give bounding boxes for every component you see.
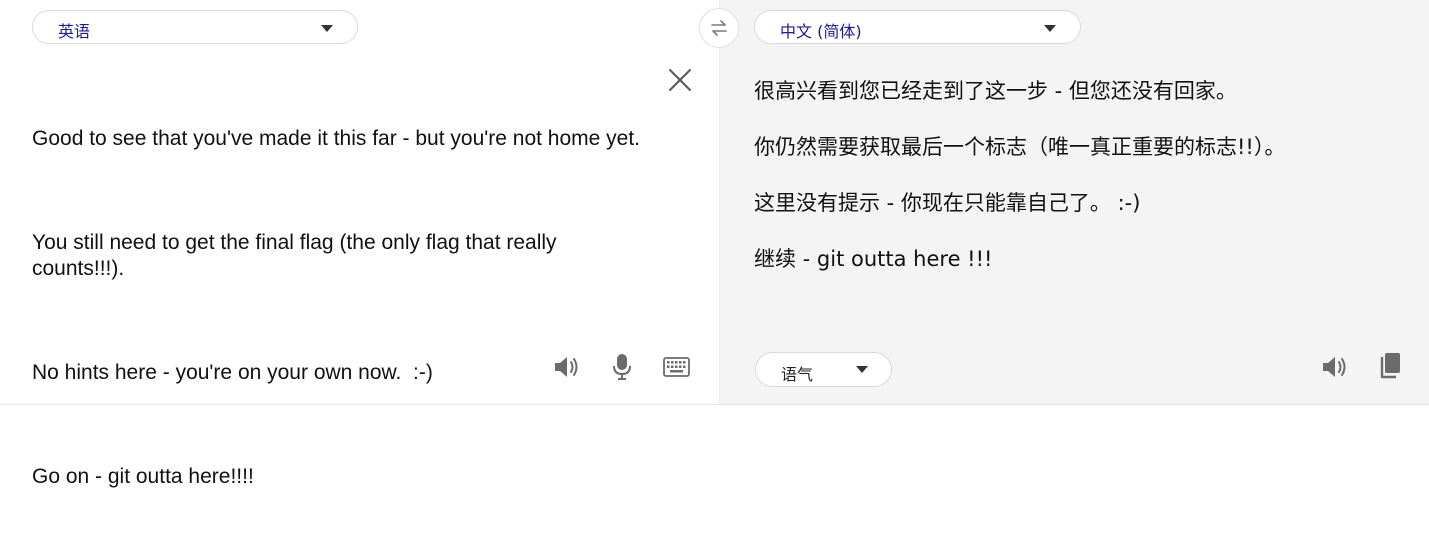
chevron-down-icon [856,366,868,373]
target-paragraph: 继续 - git outta here !!! [754,247,993,271]
target-paragraph: 你仍然需要获取最后一个标志（唯一真正重要的标志!!）。 [754,135,1286,159]
source-text-input[interactable]: Good to see that you've made it this far… [32,74,652,542]
source-paragraph: Good to see that you've made it this far… [32,127,641,150]
chevron-down-icon [1044,25,1056,32]
copy-translation-button[interactable] [1378,352,1402,380]
target-paragraph: 很高兴看到您已经走到了这一步 - 但您还没有回家。 [754,79,1237,103]
chevron-down-icon [321,25,333,32]
translation-output: 很高兴看到您已经走到了这一步 - 但您还没有回家。 你仍然需要获取最后一个标志（… [754,77,1394,301]
source-language-label: 英语 [58,22,91,41]
clear-text-button[interactable] [666,66,694,94]
target-language-select[interactable]: 中文 (简体) [754,10,1081,44]
microphone-icon [613,354,631,380]
tone-label: 语气 [781,365,814,384]
copy-icon [1380,353,1400,379]
speaker-icon [1323,357,1346,377]
source-paragraph: Go on - git outta here!!!! [32,465,254,488]
panel-divider [719,0,720,404]
source-paragraph: You still need to get the final flag (th… [32,231,563,280]
speaker-icon [555,357,578,377]
swap-languages-button[interactable] [699,8,739,48]
target-listen-button[interactable] [1321,354,1349,380]
keyboard-icon [663,357,690,377]
target-paragraph: 这里没有提示 - 你现在只能靠自己了。 :-) [754,191,1141,215]
source-language-select[interactable]: 英语 [32,10,358,44]
source-listen-button[interactable] [553,354,581,380]
close-icon [669,69,691,91]
tone-select[interactable]: 语气 [755,352,892,387]
target-language-label: 中文 (简体) [780,22,862,41]
voice-input-button[interactable] [612,353,632,381]
keyboard-button[interactable] [663,357,690,377]
swap-arrows-icon [711,20,727,36]
